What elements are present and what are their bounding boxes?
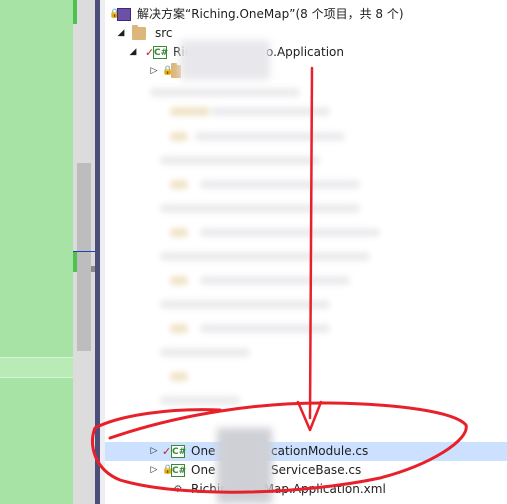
- tree-row-project[interactable]: ◢ ✓ C# Rich o.Application: [105, 43, 507, 62]
- expanded-arrow-icon[interactable]: ◢: [116, 24, 126, 43]
- expand-arrow-icon[interactable]: ▷: [149, 62, 159, 81]
- scrollbar-thumb[interactable]: [77, 163, 91, 351]
- tree-row-file[interactable]: ▷ ✓ C# One cationModule.cs: [105, 442, 507, 461]
- change-marker: [73, 0, 77, 24]
- file-label-start: One: [191, 444, 216, 458]
- tree-row-properties[interactable]: ▷ 🔒: [105, 62, 507, 81]
- file-label-start: One: [191, 463, 216, 477]
- solution-explorer-tree: 🔒 解决方案“Riching.OneMap”(8 个项目，共 8 个) ◢ sr…: [105, 0, 507, 504]
- editor-highlight-line: [0, 357, 73, 378]
- folder-label: src: [155, 26, 173, 40]
- change-marker: [73, 252, 77, 272]
- folder-icon: [132, 25, 146, 40]
- tree-row-solution[interactable]: 🔒 解决方案“Riching.OneMap”(8 个项目，共 8 个): [105, 5, 507, 24]
- expand-arrow-icon[interactable]: ▷: [149, 442, 159, 461]
- editor-scrollbar[interactable]: [73, 0, 95, 504]
- file-label-end: ServiceBase.cs: [271, 463, 362, 477]
- expand-arrow-icon[interactable]: ▷: [149, 461, 159, 480]
- tree-row-file[interactable]: ⚙ Riching.OneMap.Application.xml: [105, 480, 507, 499]
- solution-icon: [117, 8, 131, 21]
- tree-row-src-folder[interactable]: ◢ src: [105, 24, 507, 43]
- redaction-block: [180, 40, 270, 80]
- redaction-block: [217, 428, 272, 504]
- expanded-arrow-icon[interactable]: ◢: [128, 43, 138, 62]
- xml-file-icon: ⚙: [173, 484, 183, 495]
- file-label-end: cationModule.cs: [271, 444, 369, 458]
- csharp-file-icon: C#: [171, 445, 187, 458]
- checkmark-icon: ✓: [162, 445, 172, 458]
- csharp-file-icon: C#: [171, 464, 187, 477]
- tree-row-file[interactable]: ▷ 🔒 C# One ServiceBase.cs: [105, 461, 507, 480]
- csharp-project-icon: C#: [153, 46, 169, 59]
- editor-pane: [0, 0, 73, 504]
- project-label-end: o.Application: [266, 45, 344, 59]
- solution-label: 解决方案“Riching.OneMap”(8 个项目，共 8 个): [137, 7, 404, 21]
- blurred-tree-items: [140, 80, 400, 425]
